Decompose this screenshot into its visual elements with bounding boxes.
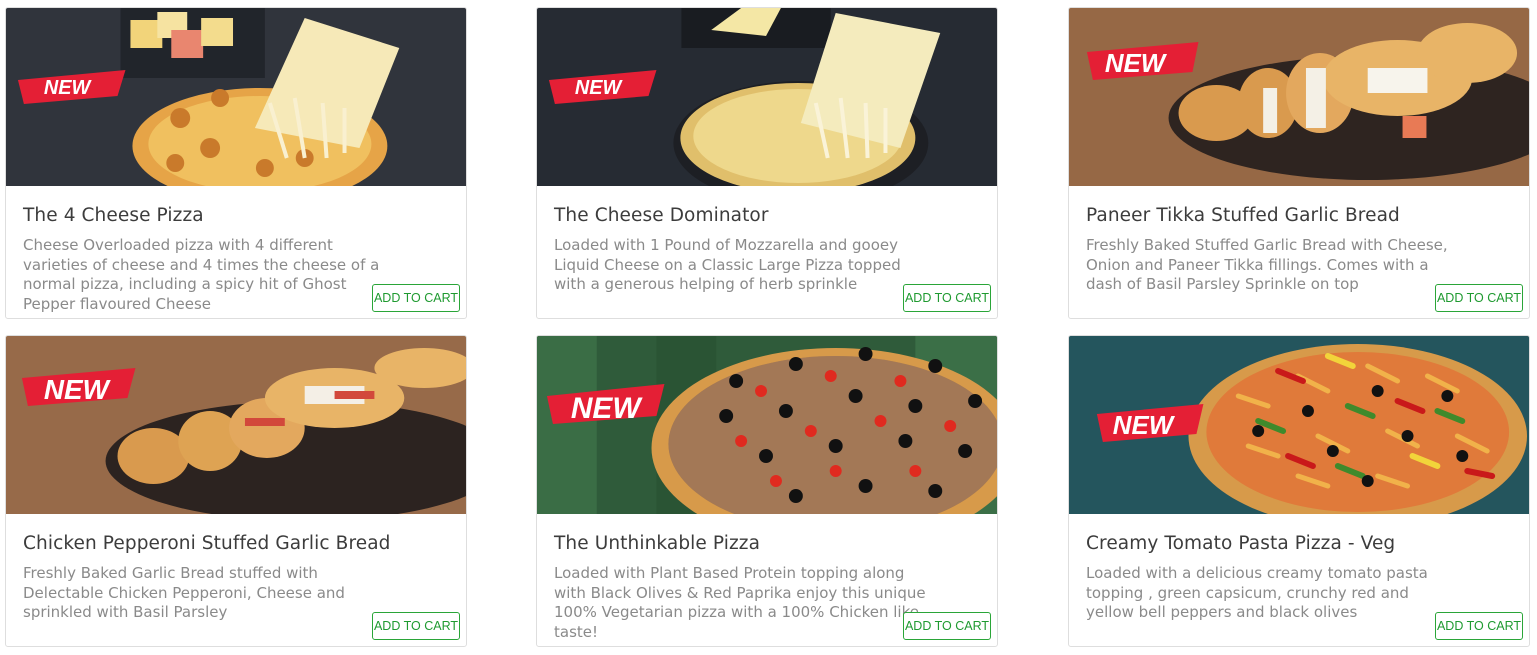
product-description: Freshly Baked Garlic Bread stuffed with … [23, 564, 345, 621]
product-image[interactable]: NEW [6, 8, 466, 186]
new-badge: NEW [44, 77, 93, 99]
add-to-cart-button[interactable]: ADD TO CART [1435, 284, 1523, 312]
product-card[interactable]: NEW The Unthinkable Pizza Loaded with Pl… [536, 335, 998, 647]
add-to-cart-button[interactable]: ADD TO CART [903, 284, 991, 312]
product-image[interactable]: NEW [537, 8, 997, 186]
product-card[interactable]: NEW The 4 Cheese Pizza Cheese Overloaded… [5, 7, 467, 319]
product-card[interactable]: NEW The Cheese Dominator Loaded with 1 P… [536, 7, 998, 319]
product-title[interactable]: Creamy Tomato Pasta Pizza - Veg [1086, 533, 1395, 554]
product-image[interactable]: NEW [1069, 8, 1529, 186]
product-image[interactable]: NEW [6, 336, 466, 514]
product-title[interactable]: The Unthinkable Pizza [554, 533, 760, 554]
product-card[interactable]: NEW Creamy Tomato Pasta Pizza - Veg Load… [1068, 335, 1530, 647]
product-title[interactable]: The 4 Cheese Pizza [23, 205, 204, 226]
product-description: Loaded with 1 Pound of Mozzarella and go… [554, 236, 901, 293]
new-badge: NEW [571, 392, 643, 425]
product-title[interactable]: Paneer Tikka Stuffed Garlic Bread [1086, 205, 1400, 226]
add-to-cart-button[interactable]: ADD TO CART [903, 612, 991, 640]
product-description: Loaded with a delicious creamy tomato pa… [1086, 564, 1428, 621]
add-to-cart-button[interactable]: ADD TO CART [372, 284, 460, 312]
product-card[interactable]: NEW Chicken Pepperoni Stuffed Garlic Bre… [5, 335, 467, 647]
product-grid: NEW The 4 Cheese Pizza Cheese Overloaded… [0, 0, 1537, 655]
new-badge: NEW [44, 374, 112, 405]
product-image[interactable]: NEW [537, 336, 997, 514]
product-description: Loaded with Plant Based Protein topping … [554, 564, 926, 641]
product-image[interactable]: NEW [1069, 336, 1529, 514]
new-badge: NEW [1105, 50, 1168, 78]
product-card[interactable]: NEW Paneer Tikka Stuffed Garlic Bread Fr… [1068, 7, 1530, 319]
product-description: Freshly Baked Stuffed Garlic Bread with … [1086, 236, 1448, 293]
new-badge: NEW [575, 77, 624, 99]
product-description: Cheese Overloaded pizza with 4 different… [23, 236, 380, 313]
add-to-cart-button[interactable]: ADD TO CART [1435, 612, 1523, 640]
new-badge: NEW [1113, 412, 1176, 440]
product-title[interactable]: The Cheese Dominator [554, 205, 769, 226]
add-to-cart-button[interactable]: ADD TO CART [372, 612, 460, 640]
product-title[interactable]: Chicken Pepperoni Stuffed Garlic Bread [23, 533, 391, 554]
